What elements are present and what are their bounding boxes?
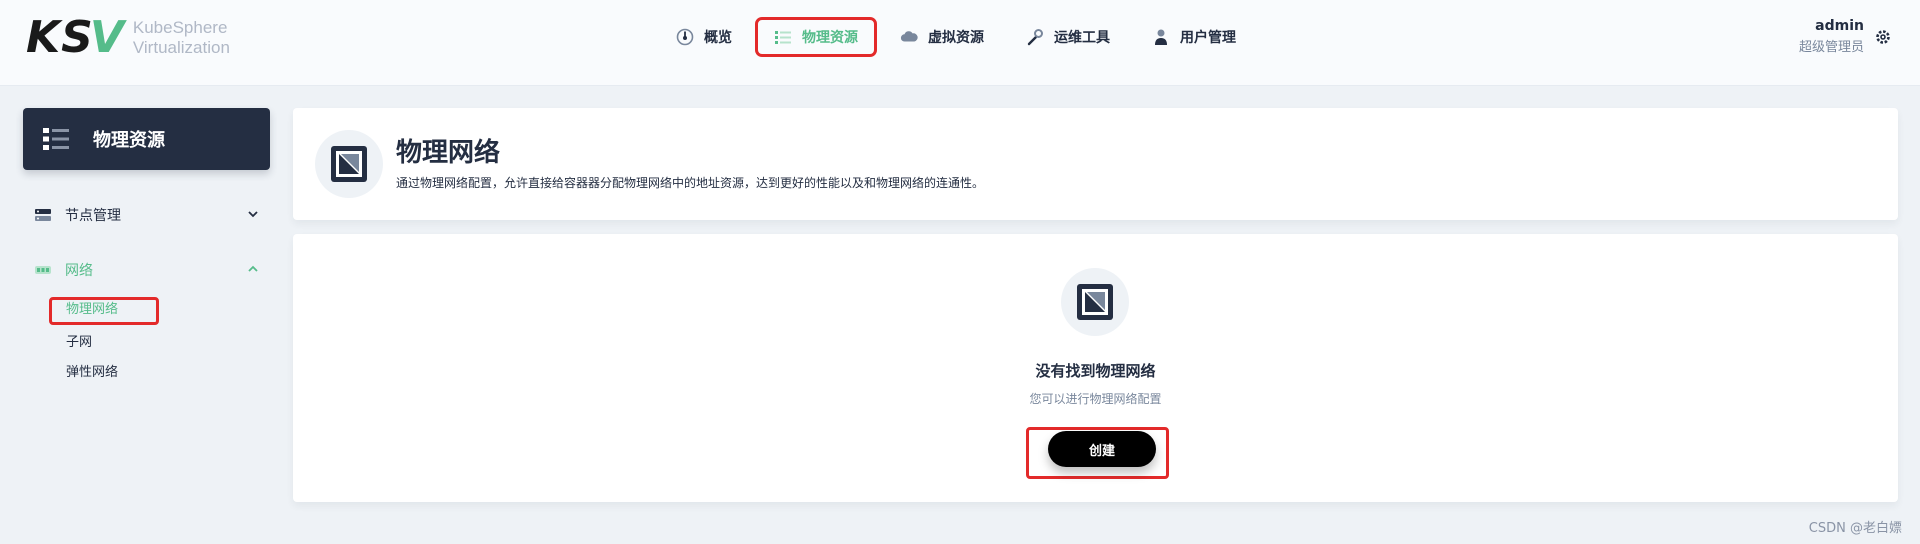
- nav-overview[interactable]: 概览: [660, 20, 748, 54]
- network-box-icon: [315, 130, 383, 198]
- page-header-card: 物理网络 通过物理网络配置，允许直接给容器器分配物理网络中的地址资源，达到更好的…: [293, 108, 1898, 220]
- nav-user-management-label: 用户管理: [1180, 30, 1236, 46]
- server-icon: [35, 209, 51, 221]
- user-name: admin: [1815, 18, 1864, 34]
- main-nav: 概览 物理资源 虚拟资源 运维工具 用户管理: [660, 17, 1262, 57]
- sidebar-item-elastic-network[interactable]: 弹性网络: [66, 363, 118, 383]
- brand-line2: Virtualization: [132, 38, 230, 57]
- page-description: 通过物理网络配置，允许直接给容器器分配物理网络中的地址资源，达到更好的性能以及和…: [396, 176, 985, 190]
- empty-state-card: 没有找到物理网络 您可以进行物理网络配置 创建: [293, 234, 1898, 502]
- sidebar-group-nodes-label: 节点管理: [65, 208, 121, 224]
- sidebar-group-network-label: 网络: [65, 263, 93, 279]
- list-icon: [43, 128, 69, 150]
- top-header: KSV KubeSphere Virtualization 概览 物理资源 虚拟…: [0, 0, 1920, 86]
- network-icon: [35, 266, 51, 274]
- nav-overview-label: 概览: [704, 30, 732, 46]
- logo[interactable]: KSV KubeSphere Virtualization: [26, 12, 230, 63]
- chevron-down-icon: [248, 211, 258, 218]
- empty-state-description: 您可以进行物理网络配置: [1029, 392, 1162, 406]
- empty-state-title: 没有找到物理网络: [1035, 362, 1156, 380]
- sidebar-title: 物理资源: [23, 108, 270, 170]
- user-info[interactable]: admin 超级管理员: [1799, 16, 1864, 60]
- watermark: CSDN @老白嫖: [1808, 521, 1902, 536]
- logo-text: KubeSphere Virtualization: [133, 18, 230, 58]
- nav-ops-tools-label: 运维工具: [1054, 30, 1110, 46]
- sidebar-item-physical-network[interactable]: 物理网络: [66, 300, 118, 320]
- nav-virtual-resources[interactable]: 虚拟资源: [884, 20, 1000, 54]
- user-role: 超级管理员: [1798, 40, 1864, 55]
- user-icon: [1152, 28, 1170, 46]
- nav-ops-tools[interactable]: 运维工具: [1010, 20, 1126, 54]
- gear-icon[interactable]: [1874, 28, 1892, 46]
- sidebar-title-label: 物理资源: [93, 130, 165, 151]
- page-title: 物理网络: [396, 138, 501, 168]
- nav-virtual-resources-label: 虚拟资源: [928, 30, 984, 46]
- brand-line1: KubeSphere: [132, 18, 228, 37]
- sidebar-group-network[interactable]: 网络: [35, 258, 260, 282]
- cloud-icon: [900, 28, 918, 46]
- sidebar-group-nodes[interactable]: 节点管理: [35, 203, 260, 227]
- nav-physical-resources[interactable]: 物理资源: [755, 17, 877, 57]
- list-icon: [774, 28, 792, 46]
- logo-mark: KSV: [26, 12, 124, 63]
- chevron-up-icon: [248, 265, 258, 272]
- nav-physical-resources-label: 物理资源: [802, 30, 858, 46]
- dashboard-icon: [676, 28, 694, 46]
- network-box-icon: [1061, 268, 1129, 336]
- sidebar-item-subnet[interactable]: 子网: [66, 333, 92, 353]
- wrench-icon: [1026, 28, 1044, 46]
- nav-user-management[interactable]: 用户管理: [1136, 20, 1252, 54]
- create-button[interactable]: 创建: [1048, 431, 1156, 467]
